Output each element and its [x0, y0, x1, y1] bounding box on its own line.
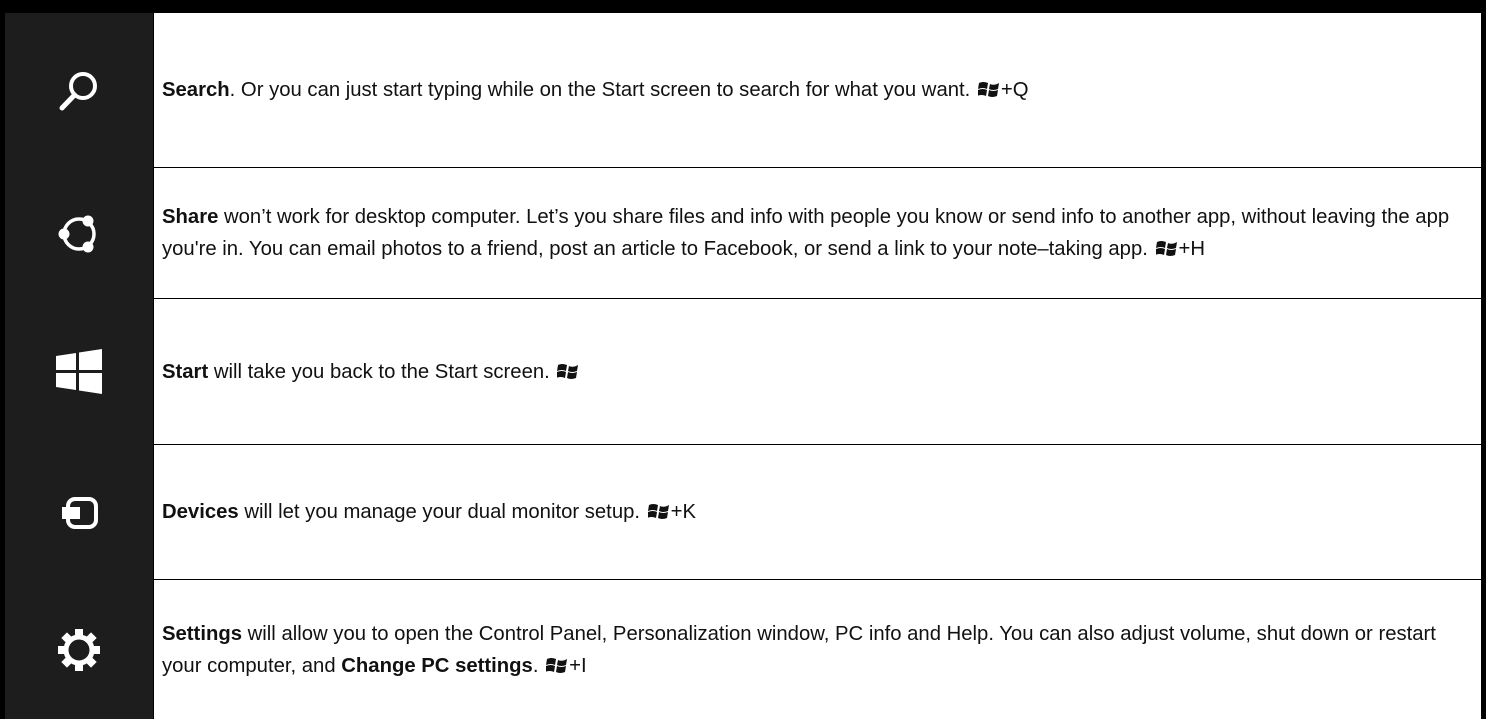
share-icon — [58, 215, 96, 252]
devices-icon — [62, 496, 98, 529]
windows-key-icon — [546, 657, 568, 673]
windows-key-icon — [557, 363, 579, 379]
row-start: Start will take you back to the Start sc… — [154, 299, 1481, 445]
windows-start-icon — [56, 349, 102, 394]
windows-key-icon — [977, 82, 999, 97]
row-text: Start will take you back to the Start sc… — [162, 356, 580, 388]
charms-table: Search. Or you can just start typing whi… — [0, 0, 1486, 719]
row-text: Search. Or you can just start typing whi… — [162, 79, 1029, 101]
settings-gear-icon — [58, 628, 100, 671]
charm-devices — [5, 445, 153, 580]
row-title: Devices — [162, 501, 239, 523]
windows-key-icon — [1155, 241, 1177, 256]
row-title: Search — [162, 79, 230, 101]
row-text: Settings will allow you to open the Cont… — [162, 622, 1436, 677]
row-title: Start — [162, 360, 209, 383]
windows-key-icon — [647, 504, 669, 519]
row-text: Share won’t work for desktop computer. L… — [162, 206, 1450, 260]
charm-start — [5, 299, 153, 445]
row-search: Search. Or you can just start typing whi… — [154, 13, 1481, 168]
search-icon — [59, 71, 97, 110]
row-text: Devices will let you manage your dual mo… — [162, 501, 697, 523]
descriptions-column: Search. Or you can just start typing whi… — [154, 13, 1481, 719]
charms-bar — [5, 13, 154, 719]
charm-search — [5, 13, 153, 168]
row-settings: Settings will allow you to open the Cont… — [154, 580, 1481, 719]
row-title: Share — [162, 206, 219, 228]
row-title: Settings — [162, 622, 243, 645]
charm-settings — [5, 580, 153, 719]
row-devices: Devices will let you manage your dual mo… — [154, 445, 1481, 580]
change-pc-settings-label: Change PC settings — [341, 654, 533, 677]
charm-share — [5, 168, 153, 299]
row-share: Share won’t work for desktop computer. L… — [154, 168, 1481, 299]
